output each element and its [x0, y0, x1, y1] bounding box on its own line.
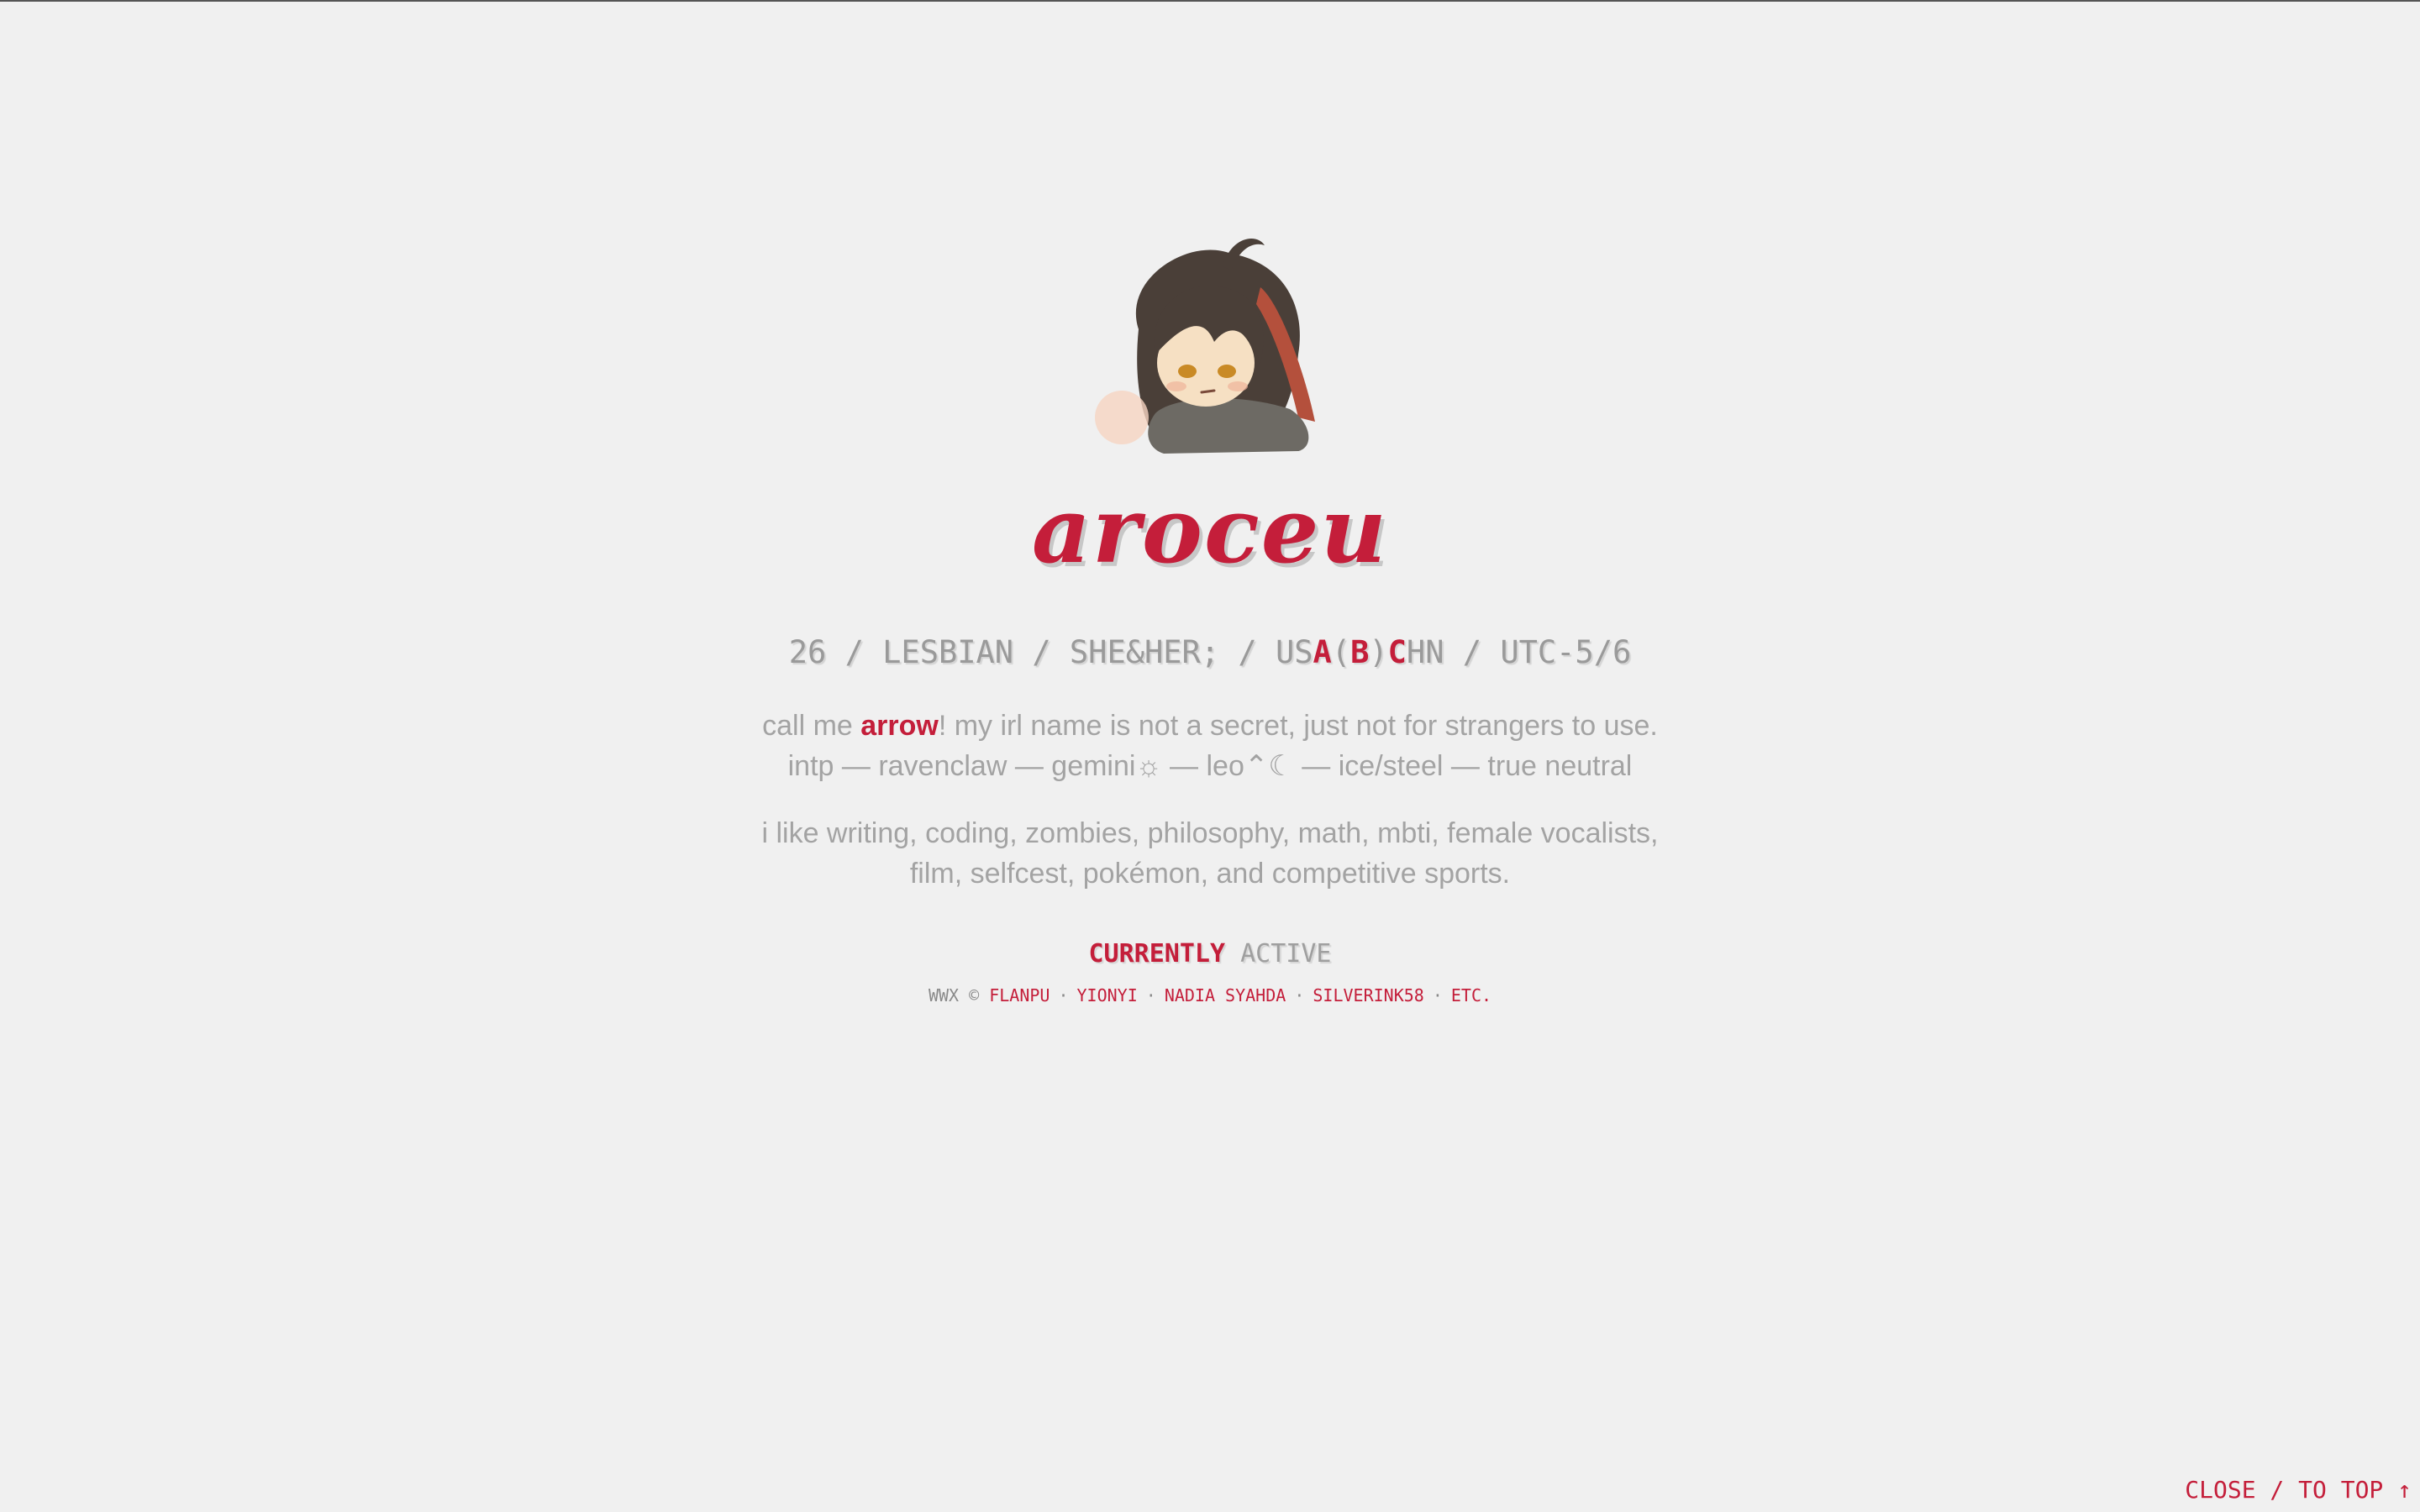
credit-separator: ·	[1294, 985, 1305, 1005]
nickname: arrow	[860, 710, 939, 742]
credit-link-flanpu[interactable]: FLANPU	[989, 985, 1050, 1005]
bio-interests: i like writing, coding, zombies, philoso…	[761, 813, 1658, 894]
credits: WWX © FLANPU · YIONYI · NADIA SYAHDA · SILVERI…	[929, 983, 1491, 1008]
rising-icon: ⌃	[1244, 750, 1269, 782]
credit-link-etc[interactable]: ETC.	[1451, 985, 1491, 1005]
stat-location-paren-open: (	[1331, 634, 1351, 670]
bio-text: — leo	[1161, 750, 1244, 782]
sun-icon: ☼	[1135, 750, 1162, 782]
stat-location-prefix: US	[1275, 634, 1313, 670]
bio: call me arrow! my irl name is not a secr…	[761, 706, 1658, 894]
bio-text: ! my irl name is not a secret, just not …	[938, 710, 1658, 742]
bio-text: — ice/steel — true neutral	[1293, 750, 1633, 782]
stat-location-a: A	[1313, 634, 1332, 670]
stat-timezone: UTC-5/6	[1500, 634, 1632, 670]
stat-location-b: B	[1350, 634, 1370, 670]
stat-pronouns: SHE&HER;	[1069, 634, 1220, 670]
credit-link-nadia-syahda[interactable]: NADIA SYAHDA	[1165, 985, 1286, 1005]
stat-location-suffix: HN	[1406, 634, 1444, 670]
profile-stats: 26 / LESBIAN / SHE&HER; / USA(B)CHN / UT…	[789, 633, 1632, 672]
stat-separator: /	[826, 634, 883, 670]
credit-separator: ·	[1432, 985, 1443, 1005]
stat-location-c: C	[1387, 634, 1407, 670]
bio-text: intp — ravenclaw — gemini	[787, 750, 1136, 782]
bio-text: call me	[762, 710, 861, 742]
profile-card: aroceu 26 / LESBIAN / SHE&HER; / USA(B)C…	[0, 228, 2420, 1008]
status-indicator: CURRENTLY ACTIVE	[1089, 937, 1332, 971]
bio-line-types: intp — ravenclaw — gemini☼ — leo⌃☾ — ice…	[761, 746, 1658, 786]
status-label: CURRENTLY	[1088, 939, 1226, 969]
chibi-character-avatar	[1095, 239, 1315, 454]
stat-separator: /	[1444, 634, 1501, 670]
credits-prefix: WWX ©	[928, 985, 990, 1005]
moon-icon: ☾	[1268, 750, 1294, 782]
stat-age: 26	[788, 634, 827, 670]
avatar	[1088, 228, 1332, 455]
bio-line-name: call me arrow! my irl name is not a secr…	[761, 706, 1658, 746]
stat-separator: /	[1219, 634, 1276, 670]
close-to-top-link[interactable]: CLOSE / TO TOP ↑	[2185, 1475, 2412, 1505]
stat-location-paren-close: )	[1369, 634, 1388, 670]
credit-separator: ·	[1058, 985, 1069, 1005]
status-value: ACTIVE	[1240, 939, 1332, 969]
interests-line: film, selfcest, pokémon, and competitive…	[909, 858, 1511, 890]
credit-link-silverink58[interactable]: SILVERINK58	[1313, 985, 1423, 1005]
stat-separator: /	[1013, 634, 1070, 670]
stat-orientation: LESBIAN	[882, 634, 1014, 670]
bio-intro: call me arrow! my irl name is not a secr…	[761, 706, 1658, 786]
username-title: aroceu	[1032, 478, 1388, 584]
credit-link-yionyi[interactable]: YIONYI	[1077, 985, 1138, 1005]
credit-separator: ·	[1145, 985, 1156, 1005]
interests-line: i like writing, coding, zombies, philoso…	[761, 817, 1659, 849]
